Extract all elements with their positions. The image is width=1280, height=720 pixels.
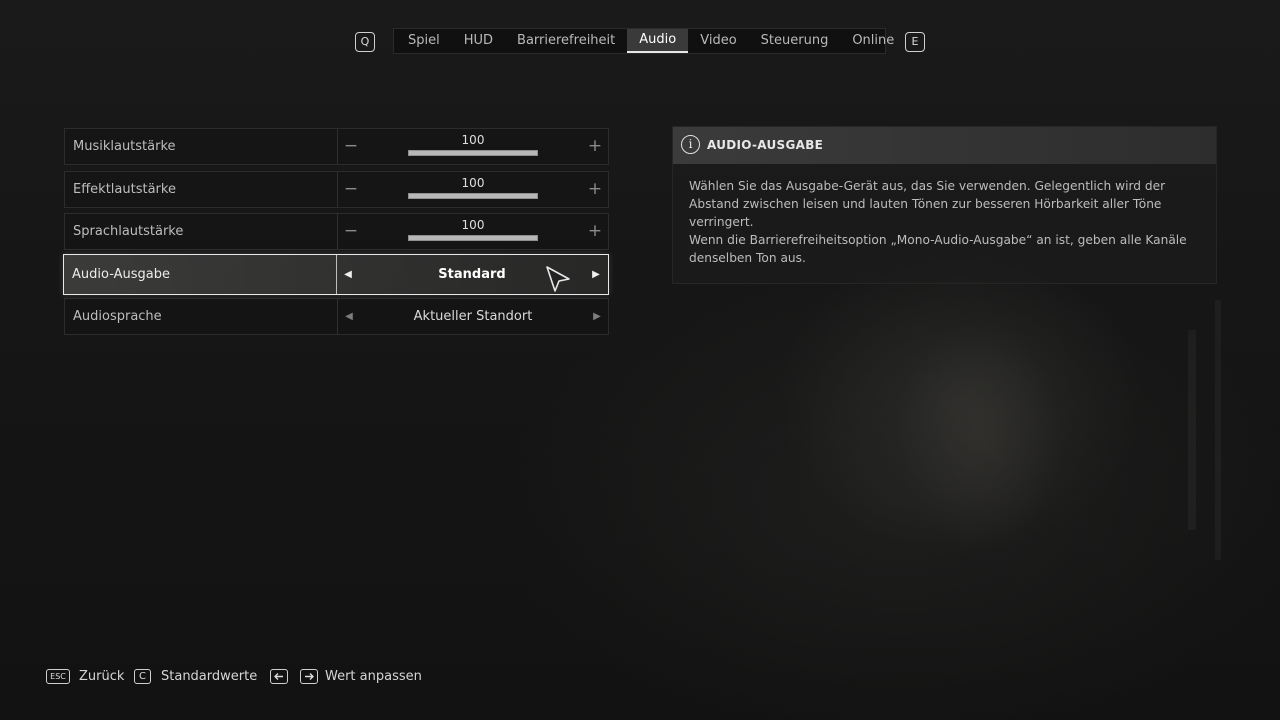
slider-fill bbox=[409, 194, 537, 198]
next-tab-key[interactable]: E bbox=[905, 32, 925, 52]
plus-icon[interactable]: + bbox=[585, 172, 605, 207]
setting-label: Sprachlautstärke bbox=[73, 224, 184, 239]
background-post bbox=[1188, 330, 1196, 530]
tab-barrierefreiheit[interactable]: Barrierefreiheit bbox=[505, 29, 627, 53]
arrow-right-icon[interactable]: ▶ bbox=[588, 255, 604, 294]
adjust-value-hint[interactable]: Wert anpassen bbox=[325, 667, 422, 687]
slider-value: 100 bbox=[461, 176, 485, 190]
arrow-right-icon[interactable]: ▶ bbox=[589, 299, 605, 334]
settings-screen: Q Spiel HUD Barrierefreiheit Audio Video… bbox=[0, 0, 1280, 720]
slider-control: − 100 + bbox=[338, 172, 608, 207]
slider-value: 100 bbox=[461, 218, 485, 232]
tab-audio[interactable]: Audio bbox=[627, 29, 689, 53]
effects-volume-slider[interactable] bbox=[408, 193, 538, 199]
info-description: Wählen Sie das Ausgabe-Gerät aus, das Si… bbox=[673, 164, 1216, 267]
tab-spiel[interactable]: Spiel bbox=[396, 29, 452, 53]
slider-fill bbox=[409, 236, 537, 240]
slider-control: − 100 + bbox=[338, 214, 608, 249]
tab-bar: Spiel HUD Barrierefreiheit Audio Video S… bbox=[393, 28, 894, 54]
setting-label: Audio-Ausgabe bbox=[72, 267, 170, 282]
info-header: i AUDIO-AUSGABE bbox=[673, 127, 1216, 164]
defaults-hint[interactable]: Standardwerte bbox=[161, 667, 257, 687]
tab-hud[interactable]: HUD bbox=[452, 29, 505, 53]
background-figure bbox=[850, 300, 1110, 600]
back-hint[interactable]: Zurück bbox=[79, 667, 124, 687]
selector-control: ◀ Aktueller Standort ▶ bbox=[338, 299, 608, 334]
setting-row-speech-volume[interactable]: Sprachlautstärke − 100 + bbox=[64, 213, 609, 250]
arrow-right-icon[interactable] bbox=[300, 669, 318, 684]
slider-control: − 100 + bbox=[338, 129, 608, 164]
selector-value: Aktueller Standort bbox=[413, 309, 533, 324]
tab-video[interactable]: Video bbox=[688, 29, 748, 53]
top-navigation: Q Spiel HUD Barrierefreiheit Audio Video… bbox=[0, 28, 1280, 54]
tab-steuerung[interactable]: Steuerung bbox=[749, 29, 841, 53]
background-post bbox=[1215, 300, 1221, 560]
tab-online[interactable]: Online bbox=[840, 29, 906, 53]
setting-label: Effektlautstärke bbox=[73, 182, 176, 197]
info-paragraph: Wählen Sie das Ausgabe-Gerät aus, das Si… bbox=[689, 179, 1166, 229]
info-paragraph: Wenn die Barrierefreiheitsoption „Mono-A… bbox=[689, 233, 1187, 265]
setting-label: Audiosprache bbox=[73, 309, 162, 324]
setting-row-audio-output[interactable]: Audio-Ausgabe ◀ Standard ▶ bbox=[63, 254, 609, 295]
setting-row-music-volume[interactable]: Musiklautstärke − 100 + bbox=[64, 128, 609, 165]
esc-key[interactable]: ESC bbox=[46, 669, 70, 684]
setting-row-audio-language[interactable]: Audiosprache ◀ Aktueller Standort ▶ bbox=[64, 298, 609, 335]
info-title: AUDIO-AUSGABE bbox=[707, 138, 824, 152]
setting-row-effects-volume[interactable]: Effektlautstärke − 100 + bbox=[64, 171, 609, 208]
info-icon: i bbox=[681, 135, 700, 154]
music-volume-slider[interactable] bbox=[408, 150, 538, 156]
setting-label: Musiklautstärke bbox=[73, 139, 176, 154]
speech-volume-slider[interactable] bbox=[408, 235, 538, 241]
prev-tab-key[interactable]: Q bbox=[355, 32, 375, 52]
plus-icon[interactable]: + bbox=[585, 129, 605, 164]
arrow-left-icon[interactable] bbox=[270, 669, 288, 684]
c-key[interactable]: C bbox=[134, 669, 151, 684]
mouse-cursor-icon bbox=[546, 266, 570, 292]
info-panel: i AUDIO-AUSGABE Wählen Sie das Ausgabe-G… bbox=[672, 126, 1217, 284]
plus-icon[interactable]: + bbox=[585, 214, 605, 249]
slider-value: 100 bbox=[461, 133, 485, 147]
slider-fill bbox=[409, 151, 537, 155]
